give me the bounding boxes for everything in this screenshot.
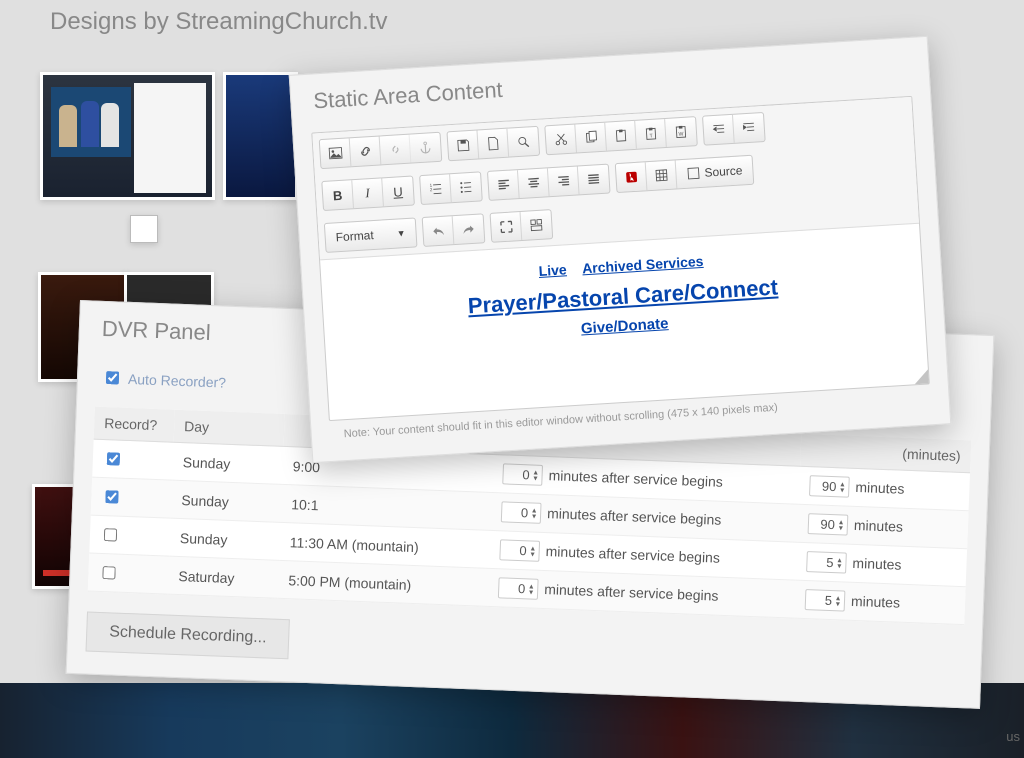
flash-icon[interactable] <box>616 162 648 192</box>
rich-text-editor: T W B I U 12 <box>311 96 930 421</box>
align-justify-icon[interactable] <box>578 165 610 195</box>
cell-day: Sunday <box>172 442 283 484</box>
peek-us-text: us <box>1006 729 1020 744</box>
svg-text:W: W <box>678 131 683 137</box>
svg-text:2: 2 <box>429 187 432 192</box>
align-left-icon[interactable] <box>488 170 520 200</box>
stepper-arrows-icon[interactable]: ▴▾ <box>840 481 844 493</box>
static-area-card: Static Area Content <box>289 36 952 463</box>
col-record: Record? <box>94 407 175 443</box>
cell-time: 5:00 PM (mountain) <box>278 560 489 606</box>
pasteword-icon[interactable]: W <box>665 117 697 147</box>
svg-text:T: T <box>649 133 653 139</box>
stepper-arrows-icon[interactable]: ▴▾ <box>837 557 841 569</box>
record-checkbox[interactable] <box>105 490 118 503</box>
length-stepper[interactable]: 90▴▾ <box>809 475 850 498</box>
save-icon[interactable] <box>448 130 480 160</box>
start-offset-stepper[interactable]: 0▴▾ <box>502 463 543 486</box>
stepper-arrows-icon[interactable]: ▴▾ <box>533 469 537 481</box>
schedule-recording-button[interactable]: Schedule Recording... <box>86 612 291 660</box>
auto-recorder-label: Auto Recorder? <box>128 370 227 390</box>
maximize-icon[interactable] <box>491 212 523 242</box>
ul-icon[interactable] <box>450 172 482 202</box>
pastetext-icon[interactable]: T <box>635 119 667 149</box>
table-icon[interactable] <box>646 160 678 190</box>
chevron-down-icon: ▼ <box>396 228 406 239</box>
resize-handle-icon[interactable] <box>914 369 929 384</box>
align-right-icon[interactable] <box>548 166 580 196</box>
col-day: Day <box>174 410 285 447</box>
start-offset-stepper[interactable]: 0▴▾ <box>498 577 539 600</box>
preview-icon[interactable] <box>507 127 539 157</box>
format-label: Format <box>335 228 374 244</box>
ol-icon[interactable]: 12 <box>420 174 452 204</box>
stepper-arrows-icon[interactable]: ▴▾ <box>529 583 533 595</box>
link-live[interactable]: Live <box>538 261 567 279</box>
outdent-icon[interactable] <box>703 115 735 145</box>
format-dropdown[interactable]: Format ▼ <box>325 218 417 251</box>
redo-icon[interactable] <box>453 214 485 244</box>
link-icon[interactable] <box>350 136 382 166</box>
cell-day: Sunday <box>171 480 282 522</box>
showblocks-icon[interactable] <box>521 210 553 240</box>
cut-icon[interactable] <box>545 124 577 154</box>
image-icon[interactable] <box>320 138 352 168</box>
newpage-icon[interactable] <box>477 129 509 159</box>
gallery-thumb <box>40 72 215 200</box>
length-stepper[interactable]: 90▴▾ <box>808 513 849 536</box>
stepper-arrows-icon[interactable]: ▴▾ <box>532 507 536 519</box>
cell-length: 5▴▾minutes <box>796 542 967 586</box>
indent-icon[interactable] <box>733 113 765 143</box>
source-label: Source <box>704 163 743 179</box>
anchor-icon[interactable] <box>410 133 442 163</box>
length-stepper[interactable]: 5▴▾ <box>805 589 846 612</box>
record-checkbox[interactable] <box>102 566 115 579</box>
stepper-arrows-icon[interactable]: ▴▾ <box>530 545 534 557</box>
start-offset-stepper[interactable]: 0▴▾ <box>501 501 542 524</box>
copy-icon[interactable] <box>575 123 607 153</box>
source-button[interactable]: Source <box>676 156 754 189</box>
cell-length: 90▴▾minutes <box>799 466 970 510</box>
gallery-thumb <box>223 72 298 200</box>
italic-button[interactable]: I <box>352 178 384 208</box>
cell-day: Sunday <box>169 518 280 560</box>
cell-length: 90▴▾minutes <box>797 504 968 548</box>
record-checkbox[interactable] <box>107 452 120 465</box>
start-offset-stepper[interactable]: 0▴▾ <box>499 539 540 562</box>
length-stepper[interactable]: 5▴▾ <box>806 551 847 574</box>
auto-recorder-checkbox[interactable] <box>106 371 119 384</box>
page-title: Designs by StreamingChurch.tv <box>50 8 387 36</box>
unlink-icon[interactable] <box>380 135 412 165</box>
gallery-placeholder <box>130 215 158 243</box>
underline-button[interactable]: U <box>382 177 414 207</box>
undo-icon[interactable] <box>423 216 455 246</box>
bold-button[interactable]: B <box>322 180 354 210</box>
link-archived[interactable]: Archived Services <box>582 253 704 276</box>
stepper-arrows-icon[interactable]: ▴▾ <box>836 595 840 607</box>
record-checkbox[interactable] <box>104 528 117 541</box>
align-center-icon[interactable] <box>518 168 550 198</box>
paste-icon[interactable] <box>605 121 637 151</box>
cell-day: Saturday <box>168 556 279 598</box>
stepper-arrows-icon[interactable]: ▴▾ <box>839 519 843 531</box>
cell-length: 5▴▾minutes <box>794 580 965 624</box>
